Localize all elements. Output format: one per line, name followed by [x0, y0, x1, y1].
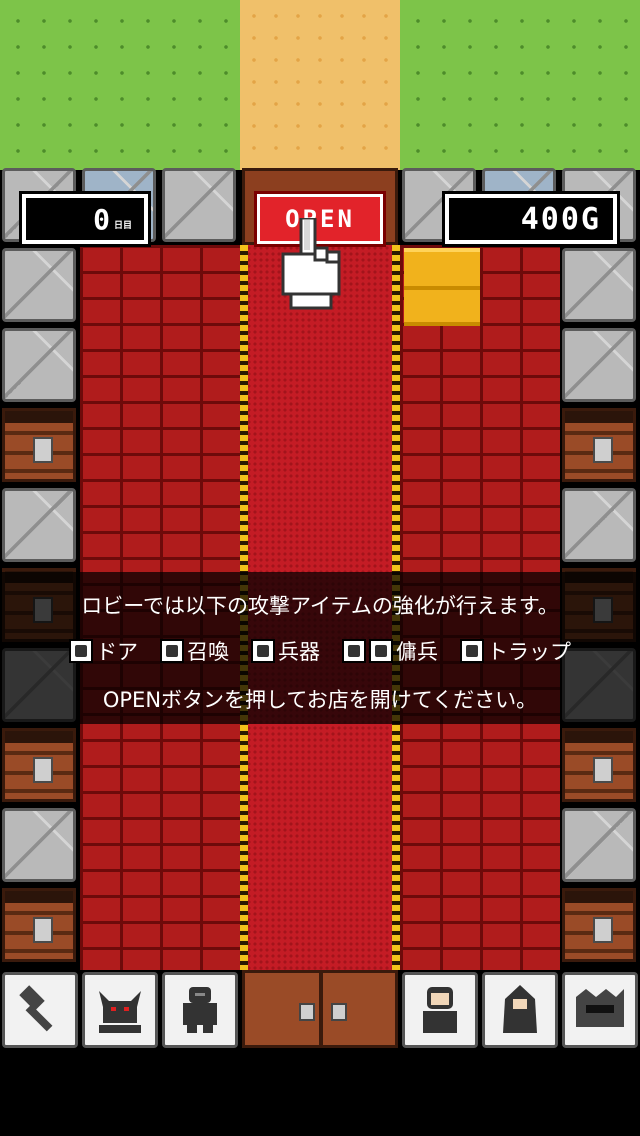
info-line-3: OPENボタンを押してお店を開けてください。: [102, 688, 538, 712]
bottom-door: [242, 970, 398, 1048]
legend-item-weapon: 兵器: [251, 636, 320, 666]
tool-summon-button[interactable]: [82, 972, 158, 1048]
grass-right: [400, 0, 640, 170]
tool-mercenary-button[interactable]: [402, 972, 478, 1048]
tool-weapon-button[interactable]: [162, 972, 238, 1048]
armor-icon: [251, 639, 275, 663]
treasure-chest: [562, 408, 636, 482]
grass-left: [0, 0, 240, 170]
legend-label-weapon: 兵器: [278, 640, 320, 664]
info-panel: ロビーでは以下の攻撃アイテムの強化が行えます。 ドア 召喚 兵器 傭兵 トラップ…: [0, 572, 640, 724]
demon-icon: [99, 991, 141, 1033]
treasure-chest: [562, 888, 636, 962]
pointing-hand-icon: [281, 218, 341, 310]
armor-icon: [183, 987, 217, 1033]
day-counter: 0 日目: [19, 191, 151, 247]
stone-block: [162, 168, 236, 242]
hammer-icon: [69, 639, 93, 663]
dirt-path: [240, 0, 400, 170]
hooded-mercenary-icon: [503, 985, 537, 1033]
legend-label-door: ドア: [96, 640, 138, 664]
stone-block: [2, 248, 76, 322]
legend-item-summon: 召喚: [160, 636, 229, 666]
treasure-chest: [2, 408, 76, 482]
treasure-chest: [2, 888, 76, 962]
gold-crate-band: [404, 286, 480, 290]
gold-value: 400G: [520, 201, 601, 237]
door-seam: [319, 973, 323, 1045]
trap-icon: [460, 639, 484, 663]
treasure-chest: [562, 728, 636, 802]
tool-trap-button[interactable]: [562, 972, 638, 1048]
hooded-mercenary-icon: [369, 639, 393, 663]
mercenary-icon: [423, 987, 457, 1033]
hammer-icon: [19, 985, 53, 1032]
gold-crate[interactable]: [404, 248, 480, 326]
stone-block: [2, 328, 76, 402]
legend-label-summon: 召喚: [187, 640, 229, 664]
stone-block: [2, 488, 76, 562]
treasure-chest: [2, 728, 76, 802]
stone-block: [562, 328, 636, 402]
legend-label-trap: トラップ: [487, 640, 571, 664]
tool-door-upgrade-button[interactable]: [2, 972, 78, 1048]
legend-item-door: ドア: [69, 636, 138, 666]
stone-block: [562, 808, 636, 882]
info-line-1: ロビーでは以下の攻撃アイテムの強化が行えます。: [81, 594, 559, 618]
legend-item-trap: トラップ: [460, 636, 571, 666]
info-legend: ドア 召喚 兵器 傭兵 トラップ: [0, 636, 640, 666]
gold-counter: 400G: [442, 191, 620, 247]
door-handle-right: [331, 1003, 347, 1021]
stone-block: [562, 248, 636, 322]
stone-block: [2, 808, 76, 882]
tool-hooded-mercenary-button[interactable]: [482, 972, 558, 1048]
mercenary-icon: [342, 639, 366, 663]
legend-item-mercenary: 傭兵: [342, 636, 438, 666]
demon-icon: [160, 639, 184, 663]
legend-label-mercenary: 傭兵: [396, 640, 438, 664]
day-value: 0: [93, 202, 110, 236]
door-handle-left: [299, 1003, 315, 1021]
day-unit: 日目: [113, 220, 132, 231]
stone-block: [562, 488, 636, 562]
trap-icon: [576, 989, 624, 1027]
